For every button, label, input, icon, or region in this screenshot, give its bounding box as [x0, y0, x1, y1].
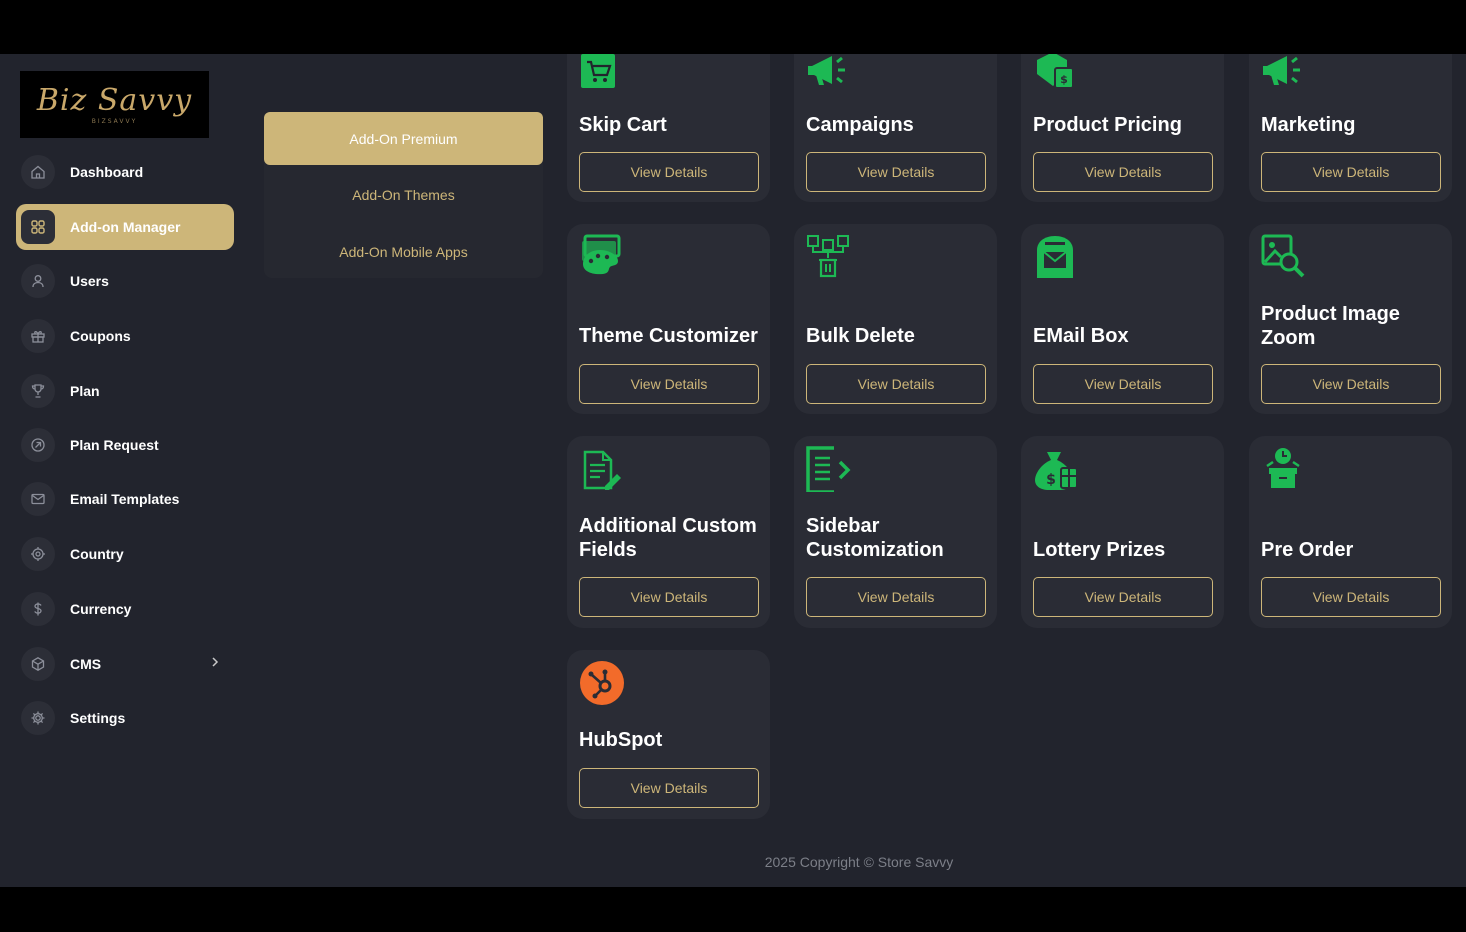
view-details-button[interactable]: View Details: [806, 364, 986, 404]
tab-addon-themes[interactable]: Add-On Themes: [264, 168, 543, 221]
view-details-button[interactable]: View Details: [1261, 577, 1441, 617]
target-icon: [21, 537, 55, 571]
sidebar-item-email-templates[interactable]: Email Templates: [16, 476, 234, 522]
sidebar-item-plan[interactable]: Plan: [16, 368, 234, 414]
hubspot-icon: [580, 661, 624, 705]
card-title: Skip Cart: [579, 114, 667, 136]
gift-icon: [21, 319, 55, 353]
card-title: Campaigns: [806, 114, 914, 136]
addon-card-product-image-zoom: Product Image Zoom View Details: [1249, 224, 1452, 414]
card-title: Sidebar Customization: [806, 515, 944, 561]
brand-logo[interactable]: Biz Savvy BIZSAVVY: [20, 71, 209, 138]
sidebar-item-settings[interactable]: Settings: [16, 695, 234, 741]
bottom-black-bar: [0, 887, 1466, 932]
sidebar-item-country[interactable]: Country: [16, 531, 234, 577]
addon-card-hubspot: HubSpot View Details: [567, 650, 770, 819]
card-title: Additional Custom Fields: [579, 515, 757, 561]
addon-submenu: Add-On Premium Add-On Themes Add-On Mobi…: [264, 112, 543, 278]
sidebar-item-label: Plan: [70, 383, 100, 399]
sidebar-item-coupons[interactable]: Coupons: [16, 313, 234, 359]
footer-copyright: 2025 Copyright © Store Savvy: [764, 854, 954, 870]
sidebar-item-currency[interactable]: Currency: [16, 586, 234, 632]
money-bag-icon: $: [1035, 452, 1078, 490]
sidebar-item-dashboard[interactable]: Dashboard: [16, 149, 234, 195]
card-title: Product Pricing: [1033, 114, 1182, 136]
sidebar-item-plan-request[interactable]: Plan Request: [16, 422, 234, 468]
view-details-button[interactable]: View Details: [806, 152, 986, 192]
sidebar-item-label: Plan Request: [70, 437, 159, 453]
logo-sub-text: BIZSAVVY: [91, 118, 138, 125]
sidebar-item-label: Settings: [70, 710, 126, 726]
grid-icon: [21, 210, 55, 244]
view-details-button[interactable]: View Details: [1261, 364, 1441, 404]
addon-card-pre-order: Pre Order View Details: [1249, 436, 1452, 628]
sidebar-item-label: Country: [70, 546, 124, 562]
gear-icon: [21, 701, 55, 735]
svg-text:$: $: [1046, 472, 1056, 488]
view-details-button[interactable]: View Details: [579, 768, 759, 808]
app-window: Biz Savvy BIZSAVVY Dashboard Add-on Mana…: [0, 54, 1466, 887]
palette-icon: [582, 234, 621, 275]
cube-icon: [21, 647, 55, 681]
top-black-bar: [0, 0, 1466, 54]
card-title: HubSpot: [579, 729, 663, 751]
addon-card-skip-cart: Skip Cart View Details: [567, 54, 770, 202]
card-title: EMail Box: [1033, 325, 1129, 347]
view-details-button[interactable]: View Details: [1033, 577, 1213, 617]
sidebar-item-addon-manager[interactable]: Add-on Manager: [16, 204, 234, 250]
addon-card-marketing: Marketing View Details: [1249, 54, 1452, 202]
sidebar-item-label: Currency: [70, 601, 132, 617]
view-details-button[interactable]: View Details: [1033, 152, 1213, 192]
trophy-icon: [21, 374, 55, 408]
view-details-button[interactable]: View Details: [806, 577, 986, 617]
image-zoom-icon: [1261, 234, 1305, 278]
megaphone-icon: [808, 56, 845, 85]
logo-script-text: Biz Savvy: [36, 83, 193, 118]
addon-card-lottery-prizes: $ Lottery Prizes View Details: [1021, 436, 1224, 628]
view-details-button[interactable]: View Details: [579, 364, 759, 404]
card-title: Pre Order: [1261, 539, 1354, 561]
view-details-button[interactable]: View Details: [579, 577, 759, 617]
pre-order-box-icon: [1266, 448, 1300, 488]
price-tag-icon: $: [1037, 54, 1074, 89]
card-title: Lottery Prizes: [1033, 539, 1166, 561]
card-title: Theme Customizer: [579, 325, 758, 347]
home-icon: [21, 155, 55, 189]
view-details-button[interactable]: View Details: [1033, 364, 1213, 404]
addon-card-email-box: EMail Box View Details: [1021, 224, 1224, 414]
megaphone-icon: [1263, 56, 1300, 85]
bulk-delete-icon: [807, 235, 849, 278]
dollar-icon: [21, 592, 55, 626]
addon-card-bulk-delete: Bulk Delete View Details: [794, 224, 997, 414]
sidebar-item-label: Coupons: [70, 328, 131, 344]
addon-card-campaigns: Campaigns View Details: [794, 54, 997, 202]
sidebar-icon: [806, 446, 851, 492]
addon-card-theme-customizer: Theme Customizer View Details: [567, 224, 770, 414]
addon-card-additional-custom-fields: Additional Custom Fields View Details: [567, 436, 770, 628]
mail-icon: [21, 482, 55, 516]
addon-card-product-pricing: $ Product Pricing View Details: [1021, 54, 1224, 202]
view-details-button[interactable]: View Details: [579, 152, 759, 192]
card-title: Marketing: [1261, 114, 1356, 136]
sidebar-item-label: Email Templates: [70, 491, 180, 507]
sidebar-item-label: Dashboard: [70, 164, 144, 180]
sidebar-item-cms[interactable]: CMS: [16, 641, 234, 687]
tab-addon-mobile-apps[interactable]: Add-On Mobile Apps: [264, 225, 543, 278]
card-title: Bulk Delete: [806, 325, 915, 347]
view-details-button[interactable]: View Details: [1261, 152, 1441, 192]
tab-addon-premium[interactable]: Add-On Premium: [264, 112, 543, 165]
svg-text:$: $: [1060, 73, 1068, 86]
cart-icon: [581, 54, 615, 88]
sidebar-item-label: Users: [70, 273, 109, 289]
user-icon: [21, 264, 55, 298]
card-title: Product Image Zoom: [1261, 303, 1400, 349]
arrow-circle-icon: [21, 428, 55, 462]
sidebar-item-users[interactable]: Users: [16, 258, 234, 304]
mailbox-icon: [1037, 236, 1073, 278]
document-edit-icon: [583, 450, 621, 490]
chevron-right-icon: [208, 655, 222, 674]
sidebar-item-label: CMS: [70, 656, 102, 672]
sidebar-item-label: Add-on Manager: [70, 219, 181, 235]
addon-card-sidebar-customization: Sidebar Customization View Details: [794, 436, 997, 628]
